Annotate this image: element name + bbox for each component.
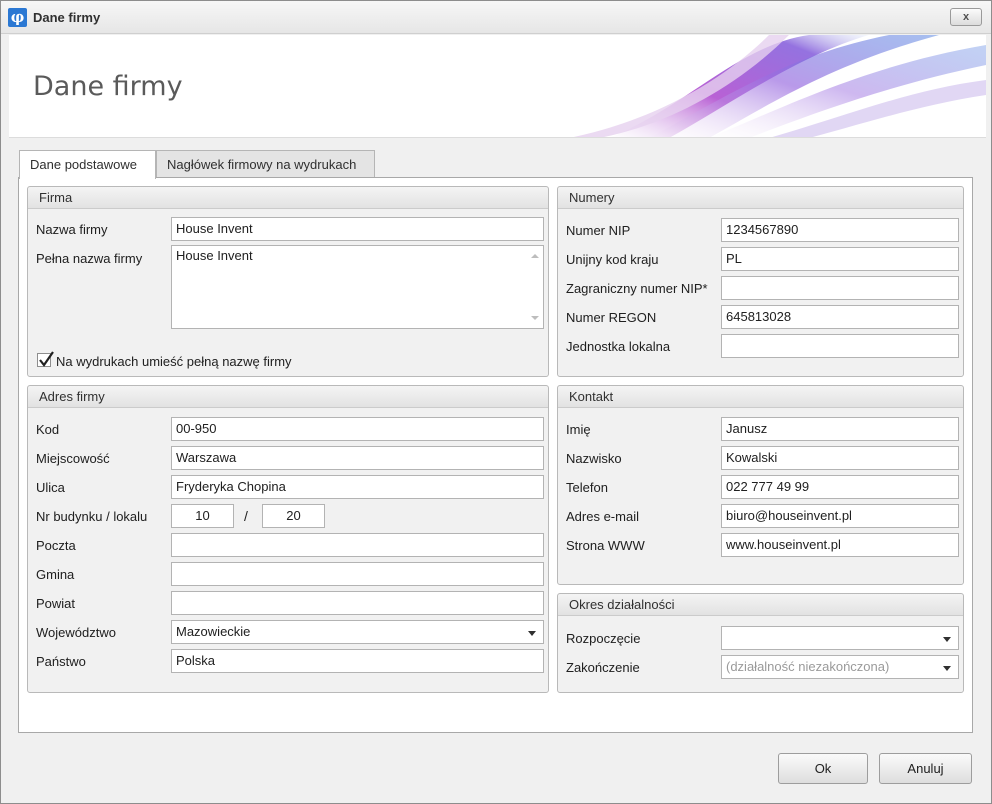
kod-label: Kod [36, 422, 60, 437]
panstwo-input[interactable]: Polska [171, 649, 544, 673]
pelna-nazwa-text: House Invent [176, 248, 253, 263]
poczta-input[interactable] [171, 533, 544, 557]
numer-nip-input[interactable]: 1234567890 [721, 218, 959, 242]
decorative-swoosh-graphic [573, 35, 986, 137]
miejscowosc-label: Miejscowość [36, 451, 110, 466]
numer-nip-label: Numer NIP [566, 223, 631, 238]
dropdown-arrow-icon[interactable] [528, 631, 536, 636]
numery-group-title: Numery [558, 187, 963, 209]
cancel-button[interactable]: Anuluj [879, 753, 972, 784]
nazwisko-label: Nazwisko [566, 451, 622, 466]
pelna-nazwa-checkbox-label[interactable]: Na wydrukach umieść pełną nazwę firmy [56, 354, 292, 369]
kod-kraju-input[interactable]: PL [721, 247, 959, 271]
okres-group: Okres działalności Rozpoczęcie Zakończen… [557, 593, 964, 693]
kod-input[interactable]: 00-950 [171, 417, 544, 441]
numer-regon-label: Numer REGON [566, 310, 657, 325]
adres-group-title: Adres firmy [28, 386, 548, 408]
ok-button[interactable]: Ok [778, 753, 868, 784]
dropdown-arrow-icon[interactable] [943, 637, 951, 642]
gmina-label: Gmina [36, 567, 75, 582]
panstwo-label: Państwo [36, 654, 86, 669]
nr-separator: / [244, 508, 248, 524]
numer-regon-input[interactable]: 645813028 [721, 305, 959, 329]
ulica-label: Ulica [36, 480, 65, 495]
header-banner: Dane firmy [9, 35, 986, 138]
scroll-up-icon[interactable] [531, 254, 539, 258]
window-title: Dane firmy [33, 10, 101, 25]
tab-panel: Firma Nazwa firmy House Invent Pełna naz… [18, 177, 973, 733]
tab-dane-podstawowe[interactable]: Dane podstawowe [19, 150, 156, 179]
textarea-scrollbar[interactable] [527, 246, 543, 328]
zakonczenie-label: Zakończenie [566, 660, 640, 675]
zagraniczny-nip-label: Zagraniczny numer NIP* [566, 281, 708, 296]
email-label: Adres e-mail [566, 509, 639, 524]
nazwa-firmy-input[interactable]: House Invent [171, 217, 544, 241]
kontakt-group-title: Kontakt [558, 386, 963, 408]
imie-input[interactable]: Janusz [721, 417, 959, 441]
tab-naglowek-firmowy[interactable]: Nagłówek firmowy na wydrukach [156, 150, 375, 178]
nr-lokalu-input[interactable]: 20 [262, 504, 325, 528]
checkmark-icon [39, 351, 54, 367]
zakonczenie-date-select[interactable]: (działalność niezakończona) [721, 655, 959, 679]
imie-label: Imię [566, 422, 591, 437]
jednostka-lokalna-label: Jednostka lokalna [566, 339, 671, 354]
telefon-input[interactable]: 022 777 49 99 [721, 475, 959, 499]
gmina-input[interactable] [171, 562, 544, 586]
pelna-nazwa-label: Pełna nazwa firmy [36, 251, 143, 266]
adres-group: Adres firmy Kod 00-950 Miejscowość Warsz… [27, 385, 549, 693]
numery-group: Numery Numer NIP 1234567890 Unijny kod k… [557, 186, 964, 377]
firma-group-title: Firma [28, 187, 548, 209]
zakonczenie-value: (działalność niezakończona) [726, 659, 890, 674]
nr-budynku-input[interactable]: 10 [171, 504, 234, 528]
nr-budynku-label: Nr budynku / lokalu [36, 509, 148, 524]
okres-group-title: Okres działalności [558, 594, 963, 616]
nazwa-firmy-label: Nazwa firmy [36, 222, 108, 237]
miejscowosc-input[interactable]: Warszawa [171, 446, 544, 470]
zagraniczny-nip-input[interactable] [721, 276, 959, 300]
powiat-label: Powiat [36, 596, 76, 611]
wojewodztwo-select[interactable]: Mazowieckie [171, 620, 544, 644]
wojewodztwo-label: Województwo [36, 625, 116, 640]
wojewodztwo-value: Mazowieckie [176, 624, 251, 639]
nazwisko-input[interactable]: Kowalski [721, 446, 959, 470]
rozpoczecie-label: Rozpoczęcie [566, 631, 641, 646]
strona-www-label: Strona WWW [566, 538, 645, 553]
title-bar: φ Dane firmy x [1, 1, 991, 34]
jednostka-lokalna-input[interactable] [721, 334, 959, 358]
ulica-input[interactable]: Fryderyka Chopina [171, 475, 544, 499]
pelna-nazwa-textarea[interactable]: House Invent [171, 245, 544, 329]
poczta-label: Poczta [36, 538, 76, 553]
dialog-window: φ Dane firmy x Dane firmy Dane podstawow… [0, 0, 992, 804]
close-button[interactable]: x [950, 8, 982, 26]
kontakt-group: Kontakt Imię Janusz Nazwisko Kowalski Te… [557, 385, 964, 585]
email-input[interactable]: biuro@houseinvent.pl [721, 504, 959, 528]
app-logo-icon: φ [8, 8, 27, 27]
rozpoczecie-date-select[interactable] [721, 626, 959, 650]
firma-group: Firma Nazwa firmy House Invent Pełna naz… [27, 186, 549, 377]
dropdown-arrow-icon[interactable] [943, 666, 951, 671]
telefon-label: Telefon [566, 480, 608, 495]
powiat-input[interactable] [171, 591, 544, 615]
scroll-down-icon[interactable] [531, 316, 539, 320]
kod-kraju-label: Unijny kod kraju [566, 252, 659, 267]
pelna-nazwa-checkbox[interactable] [37, 351, 54, 367]
strona-www-input[interactable]: www.houseinvent.pl [721, 533, 959, 557]
